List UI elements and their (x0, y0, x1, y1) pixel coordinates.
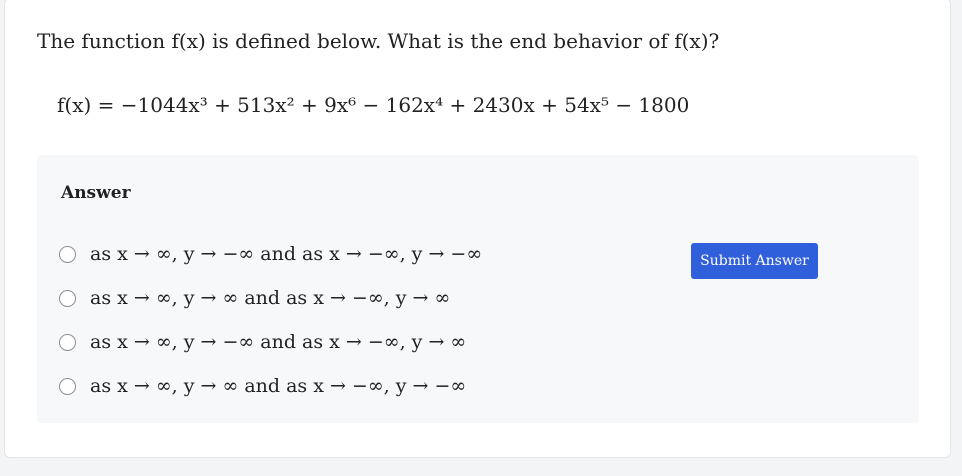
radio-button[interactable] (59, 245, 76, 263)
answer-panel: Answer as x → ∞, y → −∞ and as x → −∞, y… (37, 155, 919, 423)
radio-button[interactable] (59, 333, 76, 351)
function-formula: f(x) = −1044x³ + 513x² + 9x⁶ − 162x⁴ + 2… (57, 93, 690, 117)
answer-option-4[interactable]: as x → ∞, y → ∞ and as x → −∞, y → −∞ (59, 375, 466, 397)
answer-option-2[interactable]: as x → ∞, y → ∞ and as x → −∞, y → ∞ (59, 287, 450, 309)
option-label: as x → ∞, y → −∞ and as x → −∞, y → ∞ (90, 331, 467, 353)
radio-button[interactable] (59, 377, 76, 395)
answer-heading: Answer (61, 183, 131, 203)
radio-button[interactable] (59, 289, 76, 307)
submit-answer-button[interactable]: Submit Answer (691, 243, 818, 279)
question-card: The function f(x) is defined below. What… (4, 0, 951, 458)
option-label: as x → ∞, y → ∞ and as x → −∞, y → −∞ (90, 375, 467, 397)
option-label: as x → ∞, y → −∞ and as x → −∞, y → −∞ (90, 243, 483, 265)
answer-option-1[interactable]: as x → ∞, y → −∞ and as x → −∞, y → −∞ (59, 243, 482, 265)
answer-option-3[interactable]: as x → ∞, y → −∞ and as x → −∞, y → ∞ (59, 331, 466, 353)
question-text: The function f(x) is defined below. What… (37, 29, 720, 53)
option-label: as x → ∞, y → ∞ and as x → −∞, y → ∞ (90, 287, 451, 309)
